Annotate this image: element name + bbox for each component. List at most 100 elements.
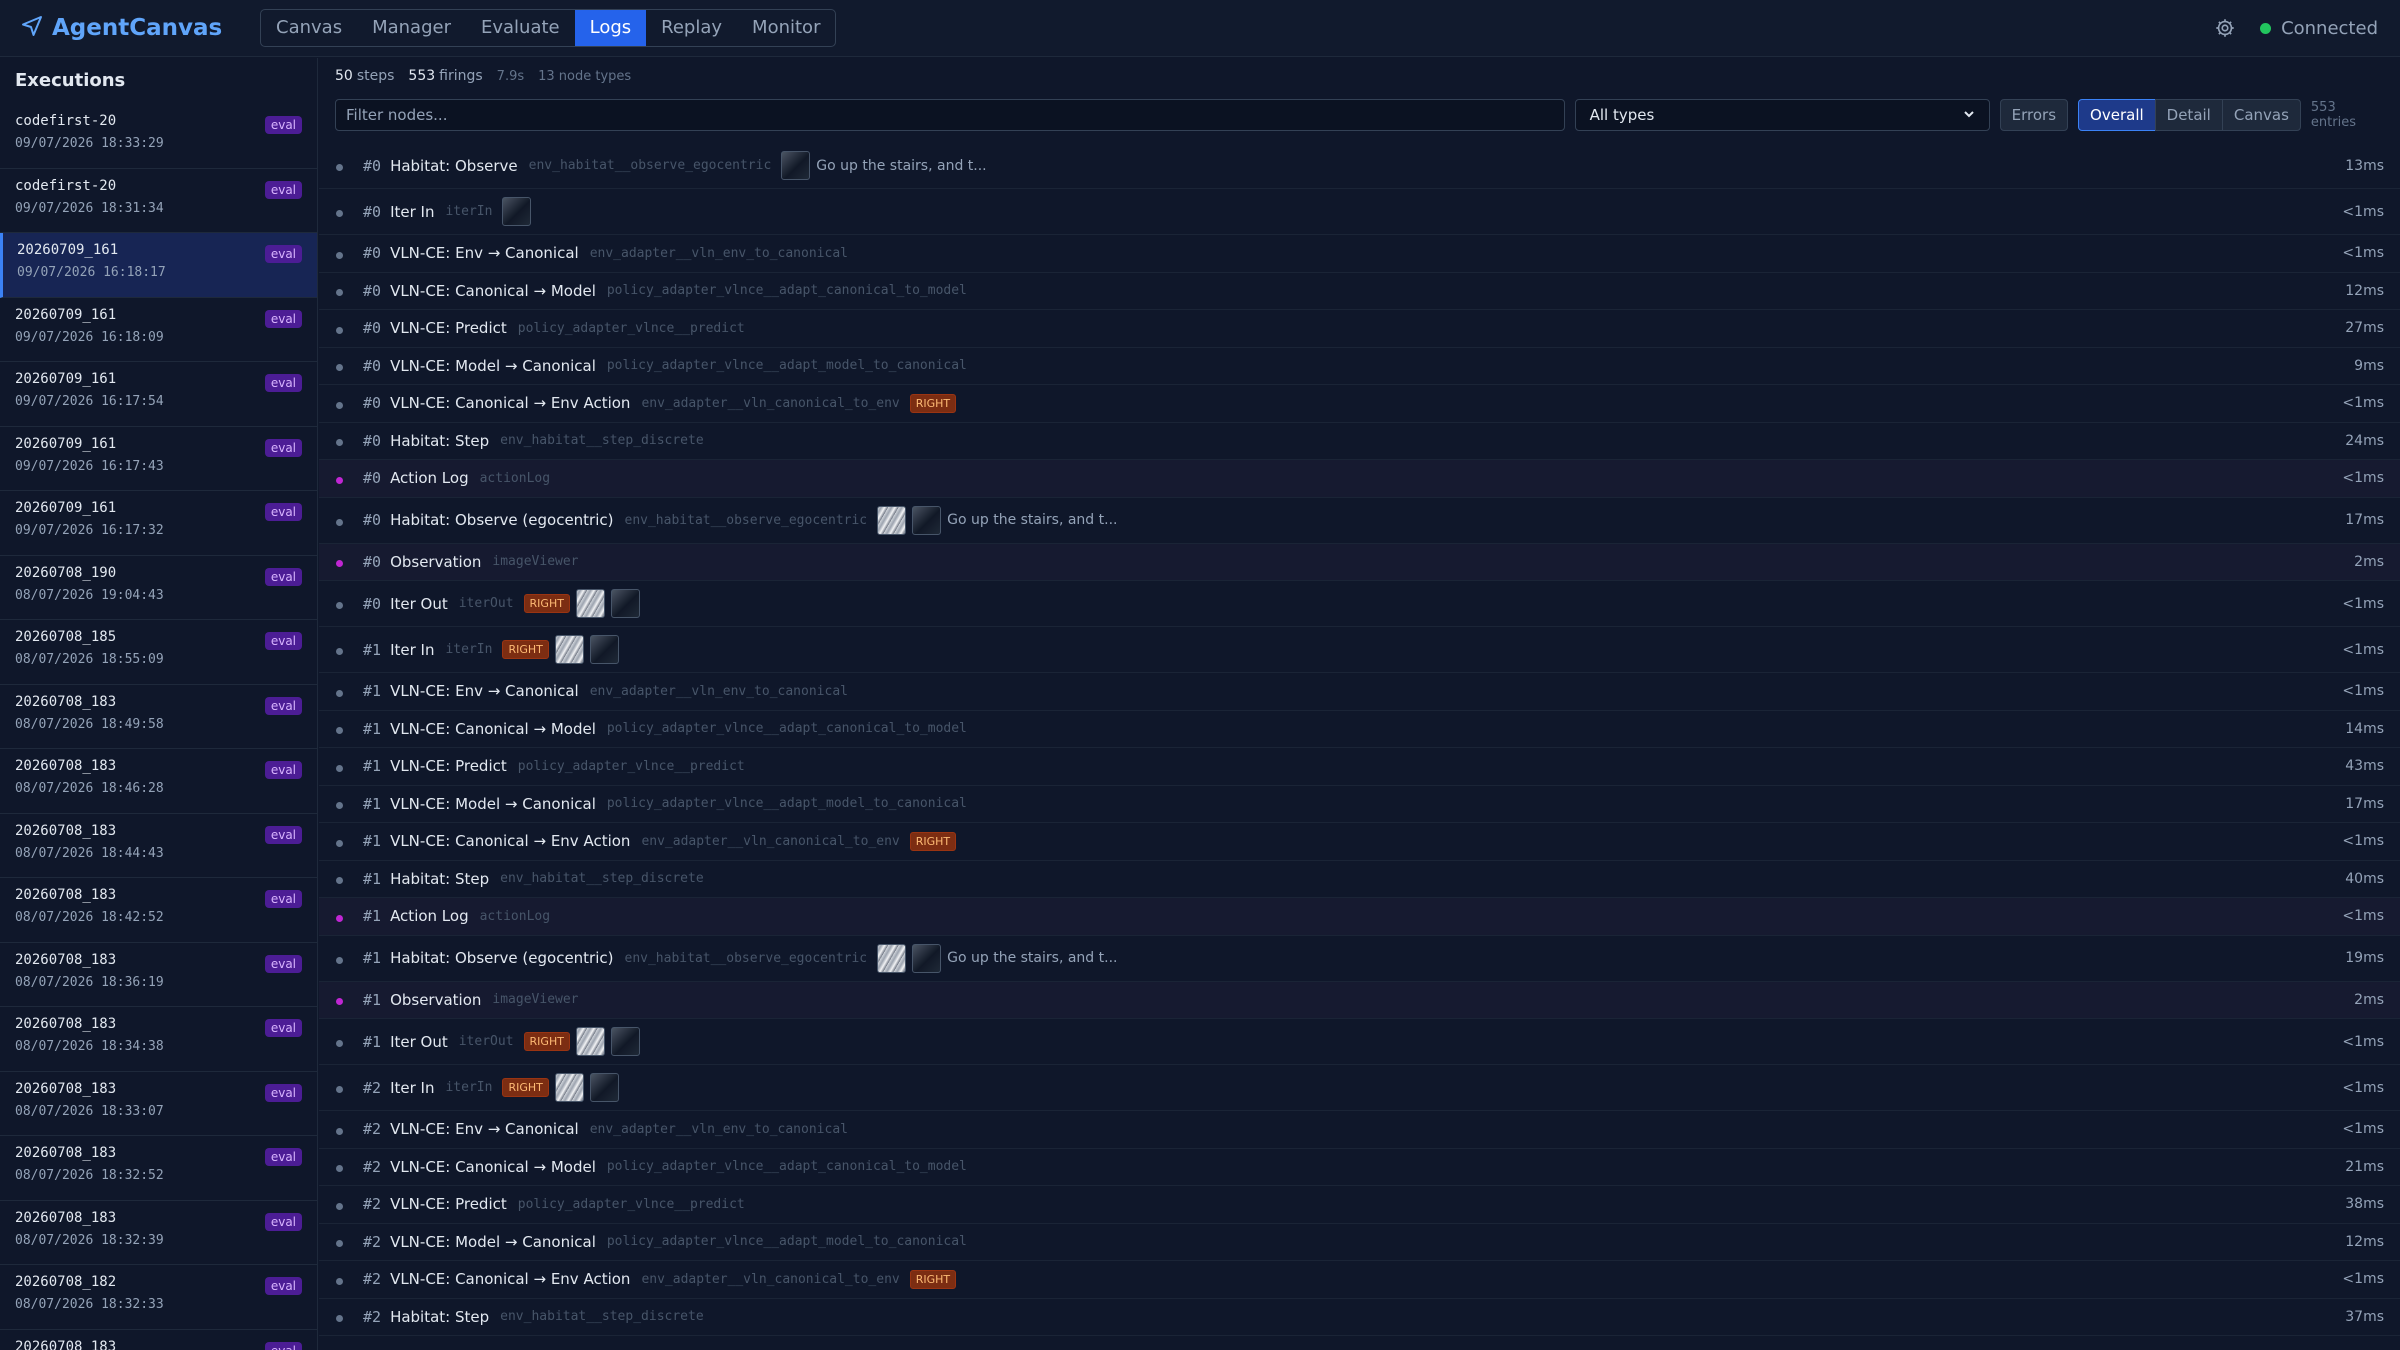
log-row[interactable]: #1 Observation imageViewer 2ms (319, 981, 2400, 1019)
status-dot-icon (336, 439, 343, 447)
execution-item[interactable]: 20260708_185 08/07/2026 18:55:09 eval (0, 620, 317, 685)
log-row[interactable]: #0 VLN-CE: Canonical → Model policy_adapte… (319, 273, 2400, 310)
log-row[interactable]: #2 VLN-CE: Canonical → Env Action env_adap… (319, 1261, 2400, 1299)
tab-replay[interactable]: Replay (646, 10, 737, 46)
log-row[interactable]: #0 VLN-CE: Canonical → Env Action env_adap… (319, 385, 2400, 423)
execution-item[interactable]: 20260709_161 09/07/2026 16:18:09 eval (0, 298, 317, 362)
log-row[interactable]: #0 Iter Out iterOut RIGHT <1ms (319, 581, 2400, 627)
log-row[interactable]: #1 VLN-CE: Model → Canonical policy_adapte… (319, 786, 2400, 823)
execution-item[interactable]: codefirst-20 09/07/2026 18:31:34 eval (0, 169, 317, 233)
observation-thumbnail[interactable] (912, 505, 942, 535)
log-node-func: env_adapter__vln_canonical_to_env (641, 395, 900, 411)
execution-name: 20260708_190 (15, 564, 117, 581)
log-node-name: Habitat: Step (390, 1307, 490, 1326)
log-row[interactable]: #2 VLN-CE: Model → Canonical policy_adapte… (319, 1224, 2400, 1261)
observation-thumbnail[interactable] (589, 635, 619, 664)
brand[interactable]: AgentCanvas (20, 14, 242, 42)
execution-item[interactable]: 20260709_161 09/07/2026 16:17:54 eval (0, 362, 317, 427)
observation-thumbnail[interactable] (575, 589, 605, 618)
execution-item[interactable]: 20260708_182 08/07/2026 18:32:33 eval (0, 1265, 317, 1330)
detail-button[interactable]: Detail (2154, 99, 2223, 131)
log-row[interactable]: #1 VLN-CE: Env → Canonical env_adapter__vl… (319, 673, 2400, 711)
execution-item[interactable]: 20260708_183 08/07/2026 18:36:19 eval (0, 943, 317, 1007)
duration: 7.9s (496, 69, 525, 84)
gear-icon[interactable] (2214, 17, 2236, 39)
observation-thumbnail[interactable] (554, 635, 584, 664)
execution-date: 08/07/2026 18:32:39 (15, 1232, 164, 1248)
tab-logs[interactable]: Logs (574, 10, 647, 46)
firings-count: 553 (408, 68, 436, 84)
log-row[interactable]: #2 Habitat: Step env_habitat__step_discret… (319, 1299, 2400, 1336)
log-duration: <1ms (2342, 1121, 2384, 1138)
overall-button[interactable]: Overall (2078, 99, 2156, 131)
execution-item[interactable]: 20260708_183 08/07/2026 18:49:58 eval (0, 685, 317, 749)
filter-nodes-input[interactable] (335, 99, 1565, 131)
observation-thumbnail[interactable] (575, 1027, 605, 1056)
execution-item[interactable]: 20260708_183 08/07/2026 18:34:38 eval (0, 1007, 317, 1072)
log-row[interactable]: #0 Habitat: Step env_habitat__step_discret… (319, 423, 2400, 460)
log-row[interactable]: #0 Action Log actionLog <1ms (319, 460, 2400, 498)
execution-date: 08/07/2026 18:44:43 (15, 845, 164, 861)
status-dot-icon (336, 689, 343, 697)
log-row[interactable]: #1 VLN-CE: Canonical → Model policy_adapte… (319, 711, 2400, 748)
execution-item[interactable]: 20260709_161 09/07/2026 16:17:43 eval (0, 427, 317, 491)
execution-item[interactable]: 20260708_183 08/07/2026 18:32:39 eval (0, 1201, 317, 1265)
log-row[interactable]: #0 VLN-CE: Model → Canonical policy_adapte… (319, 348, 2400, 385)
log-row[interactable]: #1 VLN-CE: Predict policy_adapter_vlnce__p… (319, 748, 2400, 786)
execution-item[interactable]: 20260708_183 08/07/2026 18:32:52 eval (0, 1136, 317, 1201)
log-row[interactable]: #1 Habitat: Observe (egocentric) env_habit… (319, 936, 2400, 982)
observation-thumbnail[interactable] (589, 1073, 619, 1102)
execution-item[interactable]: codefirst-20 09/07/2026 18:33:29 eval (0, 104, 317, 169)
execution-item[interactable]: 20260708_183 08/07/2026 18:46:28 eval (0, 749, 317, 814)
log-row[interactable]: #0 VLN-CE: Predict policy_adapter_vlnce__p… (319, 310, 2400, 348)
execution-item[interactable]: 20260708_183 08/07/2026 18:42:52 eval (0, 878, 317, 943)
observation-thumbnail[interactable] (502, 197, 532, 226)
log-row[interactable]: #1 Iter Out iterOut RIGHT <1ms (319, 1019, 2400, 1065)
log-node-func: env_adapter__vln_canonical_to_env (641, 833, 900, 849)
log-row[interactable]: #2 VLN-CE: Env → Canonical env_adapter__vl… (319, 1111, 2400, 1149)
log-duration: 12ms (2345, 282, 2384, 299)
log-row[interactable]: #0 Habitat: Observe (egocentric) env_habit… (319, 498, 2400, 544)
sidebar-title: Executions (15, 70, 126, 91)
execution-item[interactable]: 20260709_161 09/07/2026 16:18:17 eval (0, 233, 317, 298)
canvas-button[interactable]: Canvas (2221, 99, 2301, 131)
log-row[interactable]: #2 Iter In iterIn RIGHT <1ms (319, 1065, 2400, 1111)
tab-manager[interactable]: Manager (357, 10, 466, 46)
observation-thumbnail[interactable] (610, 1027, 640, 1056)
eval-badge: eval (264, 1212, 302, 1231)
log-row[interactable]: #2 VLN-CE: Predict policy_adapter_vlnce__p… (319, 1186, 2400, 1224)
type-select[interactable]: All types (1574, 99, 1990, 131)
log-node-name: VLN-CE: Model → Canonical (390, 794, 596, 813)
execution-item[interactable]: 20260708_183 08/07/2026 18:44:43 eval (0, 814, 317, 878)
log-row[interactable]: #0 Observation imageViewer 2ms (319, 543, 2400, 581)
observation-thumbnail[interactable] (554, 1073, 584, 1102)
errors-button[interactable]: Errors (1999, 99, 2069, 131)
execution-item[interactable]: 20260709_161 09/07/2026 16:17:32 eval (0, 491, 317, 556)
execution-item[interactable]: 20260708_190 08/07/2026 19:04:43 eval (0, 556, 317, 620)
log-duration: 14ms (2345, 720, 2384, 737)
log-row[interactable]: #1 VLN-CE: Canonical → Env Action env_adap… (319, 823, 2400, 861)
tab-evaluate[interactable]: Evaluate (466, 10, 575, 46)
execution-name: 20260708_183 (15, 758, 117, 774)
log-row[interactable]: #1 Habitat: Step env_habitat__step_discret… (319, 861, 2400, 898)
observation-thumbnail[interactable] (610, 589, 640, 618)
log-row[interactable]: #0 Habitat: Observe env_habitat__observe_e… (319, 143, 2400, 189)
log-duration: <1ms (2342, 833, 2384, 850)
log-row[interactable]: #0 VLN-CE: Env → Canonical env_adapter__vl… (319, 235, 2400, 273)
log-instruction: Go up the stairs, and t... (816, 157, 987, 174)
observation-thumbnail[interactable] (781, 151, 811, 180)
observation-thumbnail[interactable] (877, 505, 907, 535)
execution-item[interactable]: 20260708_183 08/07/2026 18:33:07 eval (0, 1072, 317, 1136)
tab-canvas[interactable]: Canvas (261, 10, 357, 46)
observation-thumbnail[interactable] (877, 943, 907, 973)
log-step: #0 (363, 244, 382, 263)
execution-item[interactable]: 20260708_183 eval (0, 1330, 317, 1350)
filter-bar: All types Errors Overall Detail Canvas 5… (319, 94, 2400, 136)
log-row[interactable]: #0 Iter In iterIn <1ms (319, 189, 2400, 235)
log-node-func: actionLog (479, 908, 551, 924)
observation-thumbnail[interactable] (912, 943, 942, 973)
log-row[interactable]: #2 VLN-CE: Canonical → Model policy_adapte… (319, 1149, 2400, 1186)
tab-monitor[interactable]: Monitor (737, 10, 835, 46)
log-row[interactable]: #1 Action Log actionLog <1ms (319, 898, 2400, 936)
log-row[interactable]: #1 Iter In iterIn RIGHT <1ms (319, 627, 2400, 673)
